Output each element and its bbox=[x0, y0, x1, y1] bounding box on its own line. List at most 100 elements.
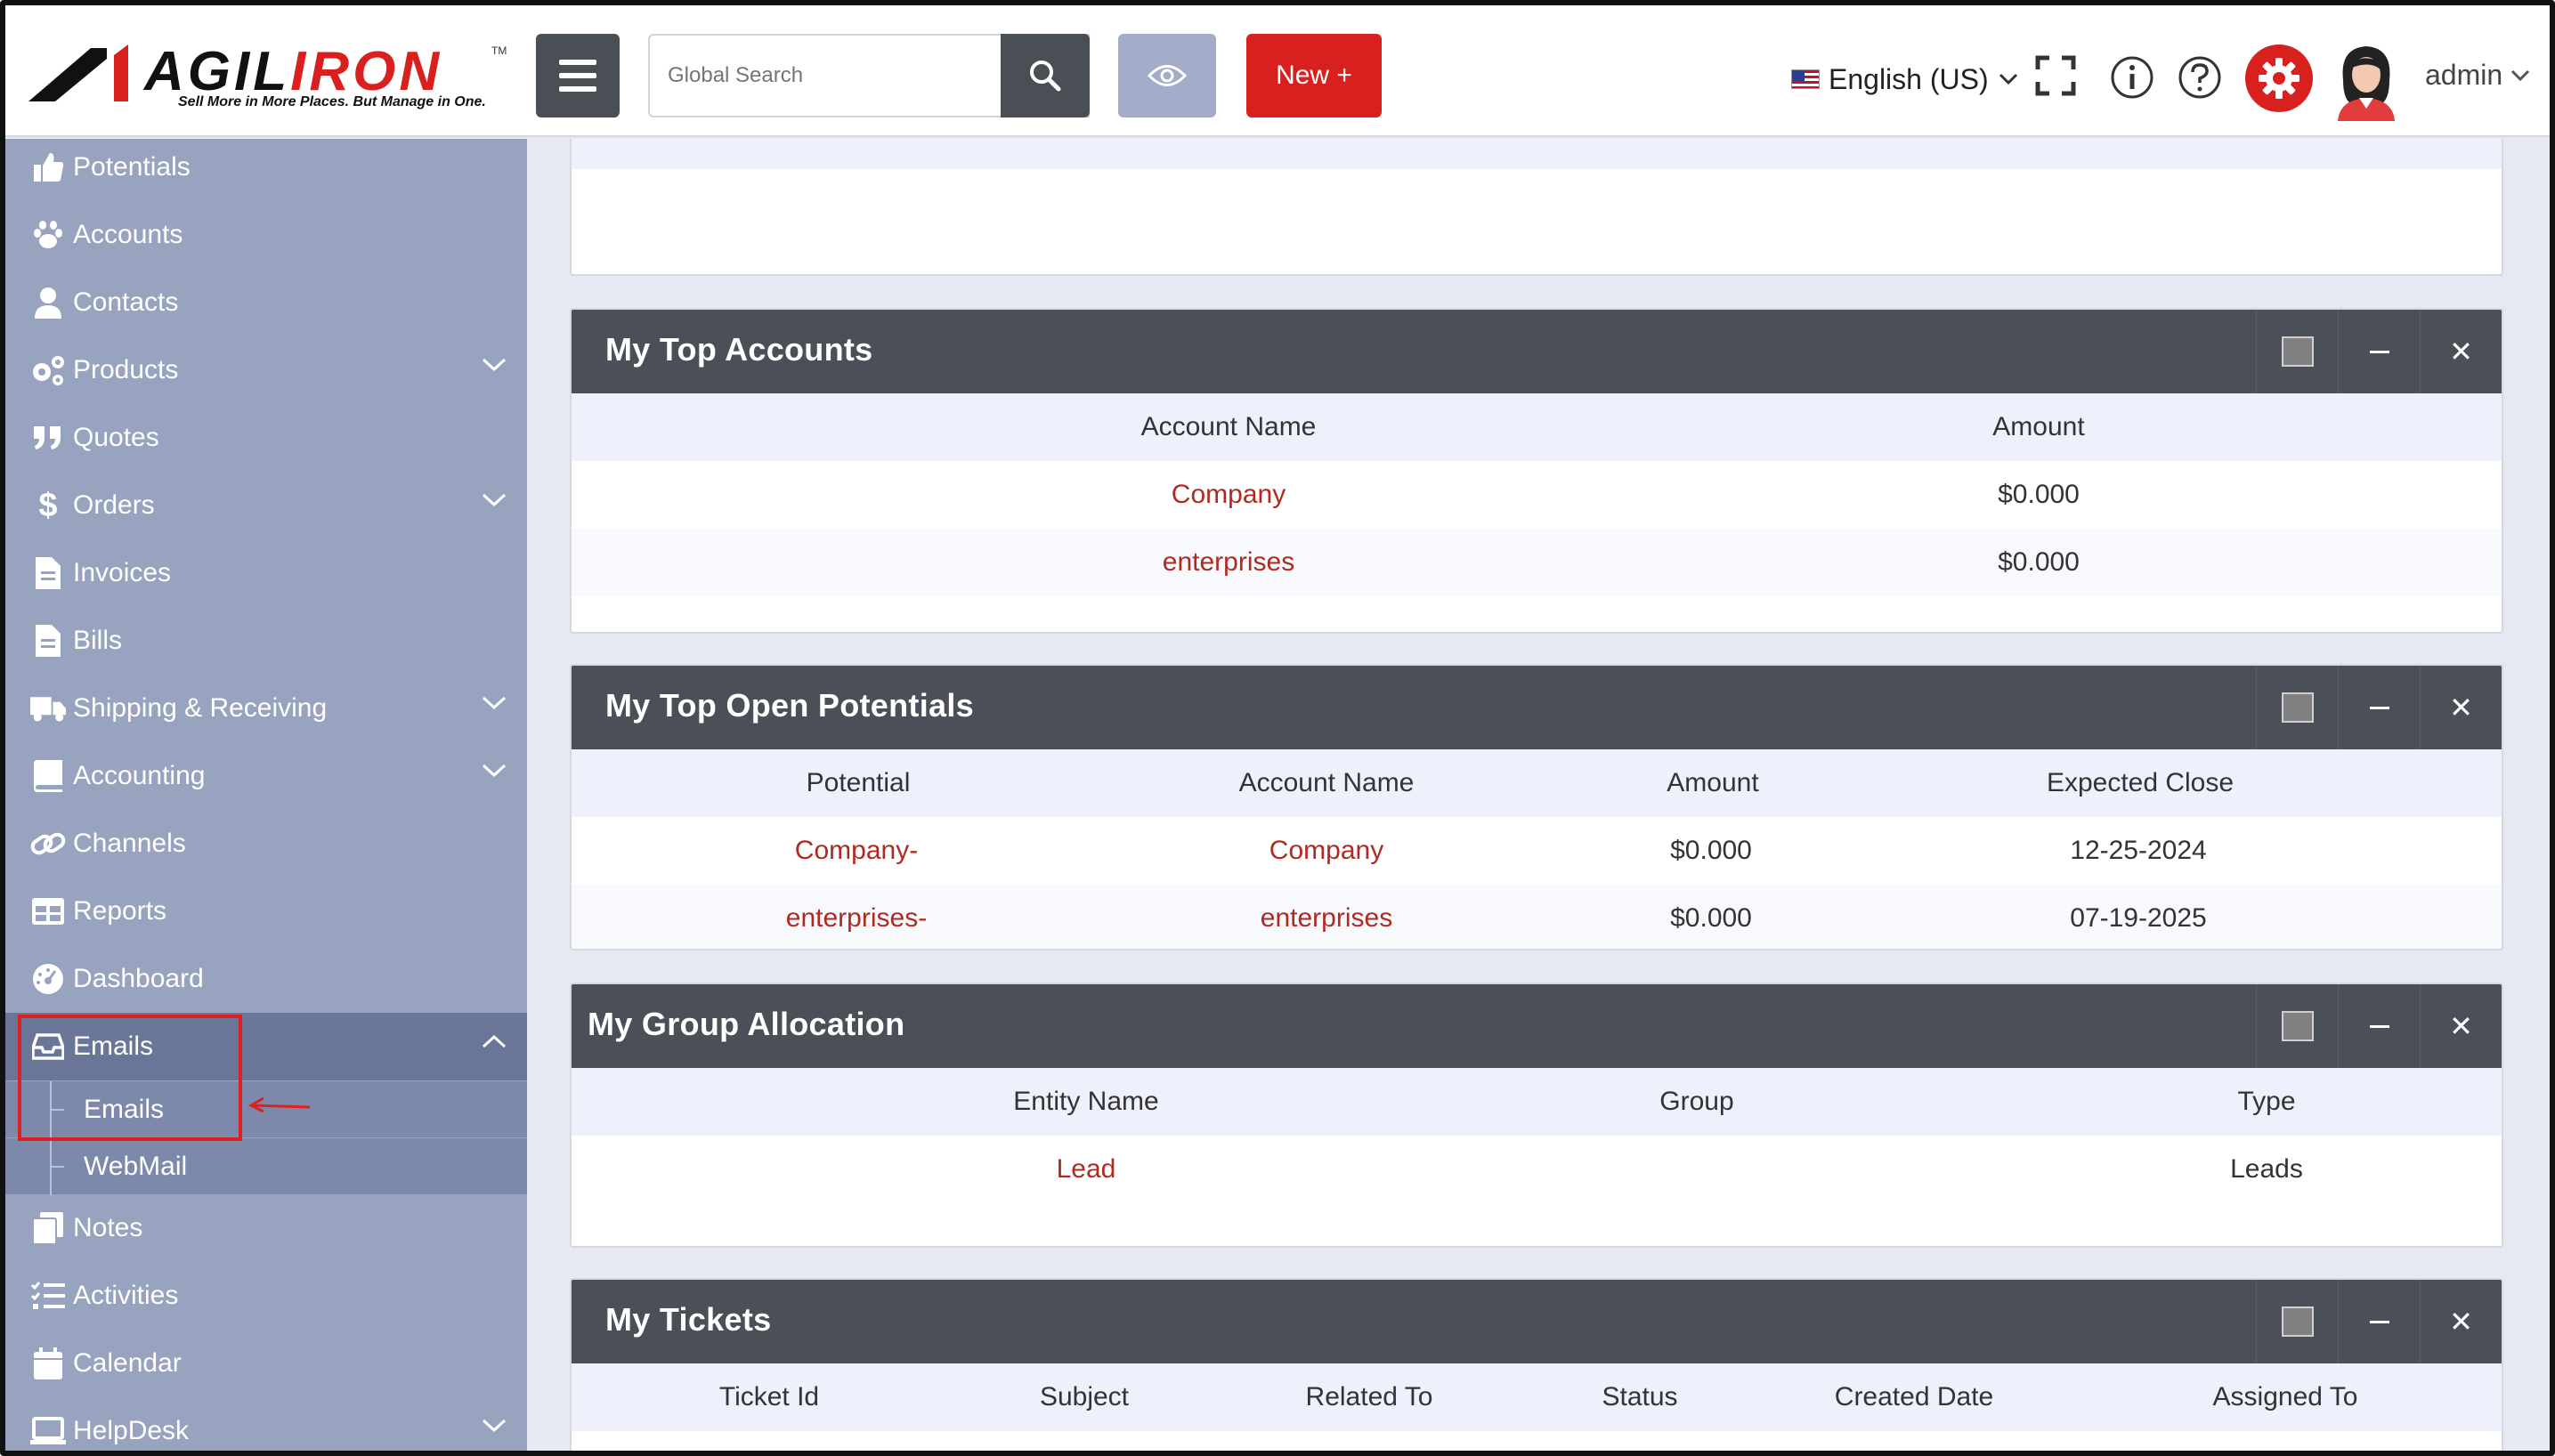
chevron-down-icon bbox=[482, 493, 507, 507]
account-link[interactable]: enterprises bbox=[572, 529, 1886, 596]
sidebar-item-bills[interactable]: Bills bbox=[5, 607, 527, 675]
panel-top-accounts: My Top Accounts ✕ Account Name Amount Co… bbox=[570, 308, 2503, 634]
menu-toggle-button[interactable] bbox=[536, 34, 620, 117]
sidebar-nav: Potentials Accounts Contacts Products Qu… bbox=[5, 139, 527, 1451]
panel-close-button[interactable]: ✕ bbox=[2420, 310, 2502, 393]
panel-header: My Group Allocation ✕ bbox=[572, 984, 2502, 1068]
chevron-down-icon bbox=[482, 764, 507, 778]
panel-minimize-button[interactable] bbox=[2338, 310, 2420, 393]
sidebar-item-products[interactable]: Products bbox=[5, 336, 527, 404]
language-selector[interactable]: English (US) bbox=[1791, 57, 2019, 101]
sidebar-item-quotes[interactable]: Quotes bbox=[5, 404, 527, 472]
chevron-down-icon bbox=[2511, 69, 2530, 81]
hamburger-icon bbox=[559, 60, 596, 65]
help-icon[interactable] bbox=[2178, 55, 2222, 100]
panel-close-button[interactable]: ✕ bbox=[2420, 984, 2502, 1068]
square-icon bbox=[2281, 336, 2314, 367]
sidebar-item-contacts[interactable]: Contacts bbox=[5, 269, 527, 336]
partial-panel bbox=[570, 139, 2503, 276]
panel-title: My Top Open Potentials bbox=[605, 687, 974, 724]
sidebar-item-accounting[interactable]: Accounting bbox=[5, 742, 527, 810]
logo-trademark: TM bbox=[491, 44, 507, 57]
panel-minimize-button[interactable] bbox=[2338, 1280, 2420, 1363]
helpdesk-icon bbox=[30, 1413, 66, 1449]
info-icon[interactable] bbox=[2110, 55, 2154, 100]
view-toggle-button[interactable] bbox=[1118, 34, 1216, 117]
panel-header: My Top Accounts ✕ bbox=[572, 310, 2502, 393]
table-row: enterprises- enterprises $0.000 07-19-20… bbox=[572, 885, 2502, 949]
sidebar-item-channels[interactable]: Channels bbox=[5, 810, 527, 878]
close-icon: ✕ bbox=[2449, 336, 2473, 368]
new-record-button[interactable]: New + bbox=[1246, 34, 1382, 117]
sidebar-item-accounts[interactable]: Accounts bbox=[5, 201, 527, 269]
square-icon bbox=[2281, 692, 2314, 723]
sidebar-item-reports[interactable]: Reports bbox=[5, 878, 527, 945]
sidebar-item-orders[interactable]: $ Orders bbox=[5, 472, 527, 539]
panel-group-allocation: My Group Allocation ✕ Entity Name Group … bbox=[570, 983, 2503, 1248]
thumbs-up-icon bbox=[30, 150, 66, 185]
account-link[interactable]: Company bbox=[572, 461, 1886, 529]
chevron-up-icon bbox=[482, 1034, 507, 1048]
account-link[interactable]: enterprises bbox=[1145, 885, 1508, 949]
notes-icon bbox=[30, 1210, 66, 1246]
potential-link[interactable]: enterprises- bbox=[572, 885, 1141, 949]
app-window: AGILIRON TM Sell More in More Places. Bu… bbox=[0, 0, 2555, 1456]
panel-maximize-button[interactable] bbox=[2256, 310, 2338, 393]
top-header: AGILIRON TM Sell More in More Places. Bu… bbox=[5, 5, 2550, 137]
sidebar-item-activities[interactable]: Activities bbox=[5, 1262, 527, 1330]
sidebar-item-notes[interactable]: Notes bbox=[5, 1194, 527, 1262]
dollar-icon: $ bbox=[38, 486, 58, 524]
account-link[interactable]: Company bbox=[1145, 817, 1508, 885]
panel-header: My Tickets ✕ bbox=[572, 1280, 2502, 1363]
square-icon bbox=[2281, 1011, 2314, 1041]
settings-button[interactable] bbox=[2245, 44, 2313, 112]
table-row: Lead Leads bbox=[572, 1136, 2502, 1203]
potential-link[interactable]: Company- bbox=[572, 817, 1141, 885]
dashboard-main: My Top Accounts ✕ Account Name Amount Co… bbox=[527, 139, 2550, 1451]
panel-title: My Group Allocation bbox=[588, 1006, 905, 1042]
user-name: admin bbox=[2425, 59, 2503, 91]
calendar-icon bbox=[30, 1346, 66, 1381]
panel-title: My Tickets bbox=[605, 1301, 772, 1338]
logo-mark-icon bbox=[28, 44, 128, 101]
sidebar-item-invoices[interactable]: Invoices bbox=[5, 539, 527, 607]
fullscreen-icon[interactable] bbox=[2035, 55, 2076, 96]
user-icon bbox=[30, 285, 66, 320]
annotation-highlight-box bbox=[18, 1015, 242, 1141]
gear-icon bbox=[2259, 58, 2300, 99]
truck-icon bbox=[30, 691, 66, 726]
panel-minimize-button[interactable] bbox=[2338, 666, 2420, 749]
close-icon: ✕ bbox=[2449, 1010, 2473, 1042]
search-button[interactable] bbox=[1001, 34, 1090, 117]
user-menu[interactable]: admin bbox=[2425, 59, 2531, 92]
table-header: Potential Account Name Amount Expected C… bbox=[572, 749, 2502, 817]
table-row: Company $0.000 bbox=[572, 461, 2502, 529]
sidebar-item-dashboard[interactable]: Dashboard bbox=[5, 945, 527, 1013]
close-icon: ✕ bbox=[2449, 692, 2473, 724]
sidebar-subitem-webmail[interactable]: WebMail bbox=[5, 1137, 527, 1195]
us-flag-icon bbox=[1791, 69, 1820, 89]
minus-icon bbox=[2369, 1320, 2389, 1323]
panel-close-button[interactable]: ✕ bbox=[2420, 666, 2502, 749]
chevron-down-icon bbox=[482, 358, 507, 372]
entity-link[interactable]: Lead bbox=[572, 1136, 1601, 1203]
user-avatar[interactable] bbox=[2331, 41, 2402, 121]
panel-maximize-button[interactable] bbox=[2256, 984, 2338, 1068]
table-header: Ticket Id Subject Related To Status Crea… bbox=[572, 1363, 2502, 1431]
table-icon bbox=[30, 894, 66, 929]
sidebar-item-potentials[interactable]: Potentials bbox=[5, 139, 527, 201]
sidebar-item-helpdesk[interactable]: HelpDesk bbox=[5, 1397, 527, 1451]
table-header: Entity Name Group Type bbox=[572, 1068, 2502, 1136]
panel-minimize-button[interactable] bbox=[2338, 984, 2420, 1068]
panel-maximize-button[interactable] bbox=[2256, 666, 2338, 749]
panel-close-button[interactable]: ✕ bbox=[2420, 1280, 2502, 1363]
gauge-icon bbox=[30, 961, 66, 997]
agiliron-logo[interactable]: AGILIRON TM Sell More in More Places. Bu… bbox=[28, 41, 507, 112]
sidebar-item-shipping-receiving[interactable]: Shipping & Receiving bbox=[5, 675, 527, 742]
link-icon bbox=[30, 826, 66, 861]
language-label: English (US) bbox=[1829, 62, 1989, 95]
chevron-down-icon bbox=[482, 696, 507, 710]
panel-top-open-potentials: My Top Open Potentials ✕ Potential Accou… bbox=[570, 664, 2503, 950]
sidebar-item-calendar[interactable]: Calendar bbox=[5, 1330, 527, 1397]
panel-maximize-button[interactable] bbox=[2256, 1280, 2338, 1363]
